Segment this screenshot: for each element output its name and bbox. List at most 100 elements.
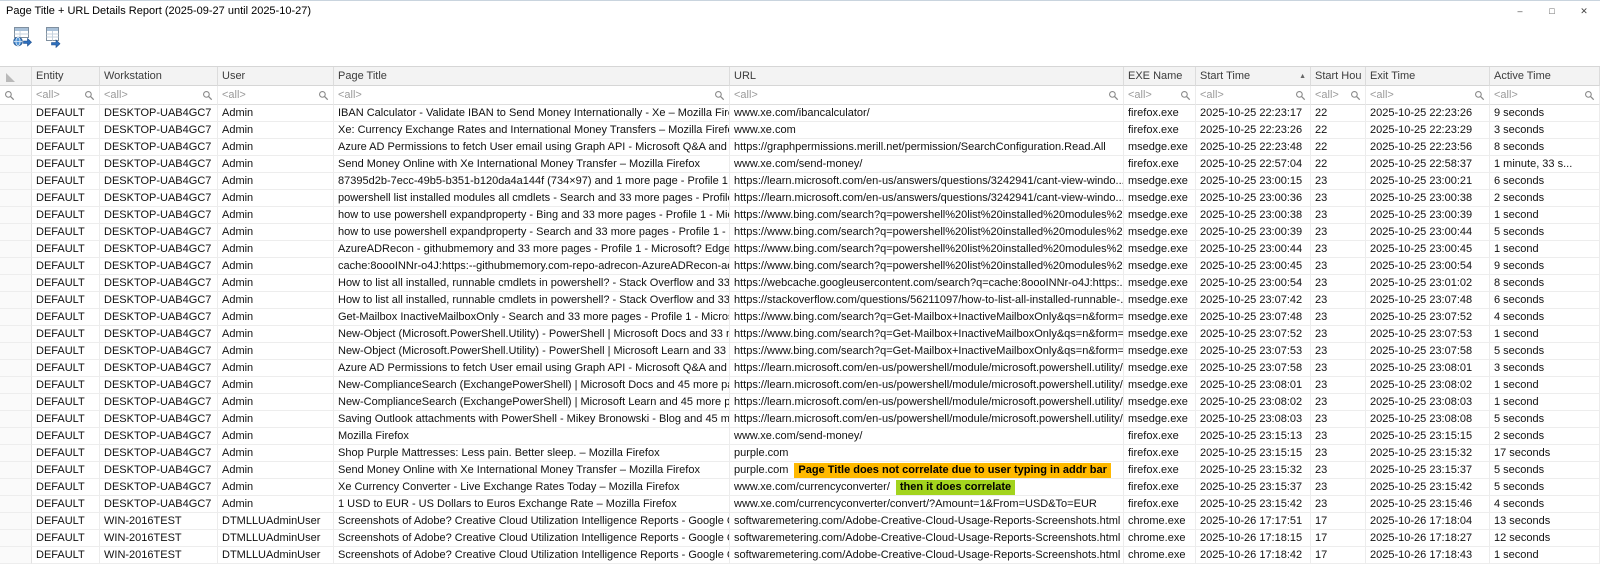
maximize-button[interactable]: □	[1536, 1, 1568, 21]
cell-text: 3 seconds	[1494, 124, 1544, 136]
row-selector-cell[interactable]	[0, 207, 32, 224]
search-icon[interactable]	[1295, 90, 1306, 101]
table-row[interactable]: DEFAULTDESKTOP-UAB4GC7Admin1 USD to EUR …	[0, 496, 1600, 513]
row-selector-cell[interactable]	[0, 411, 32, 428]
column-header-exe_name[interactable]: EXE Name	[1124, 67, 1196, 86]
row-selector-cell[interactable]	[0, 275, 32, 292]
table-row[interactable]: DEFAULTDESKTOP-UAB4GC7AdminHow to list a…	[0, 292, 1600, 309]
row-selector-cell[interactable]	[0, 479, 32, 496]
table-row[interactable]: DEFAULTDESKTOP-UAB4GC7AdminIBAN Calculat…	[0, 105, 1600, 122]
table-row[interactable]: DEFAULTDESKTOP-UAB4GC7AdminSend Money On…	[0, 462, 1600, 479]
row-selector-cell[interactable]	[0, 156, 32, 173]
filter-cell-exit_time[interactable]: <all>	[1366, 86, 1490, 105]
cell-url: www.xe.com/ibancalculator/	[730, 105, 1124, 122]
table-row[interactable]: DEFAULTDESKTOP-UAB4GC7AdminShop Purple M…	[0, 445, 1600, 462]
filter-cell-entity[interactable]: <all>	[32, 86, 100, 105]
row-selector-cell[interactable]	[0, 513, 32, 530]
filter-cell-url[interactable]: <all>	[730, 86, 1124, 105]
row-selector-cell[interactable]	[0, 292, 32, 309]
column-header-exit_time[interactable]: Exit Time	[1366, 67, 1490, 86]
filter-cell-user[interactable]: <all>	[218, 86, 334, 105]
column-header-user[interactable]: User	[218, 67, 334, 86]
filter-cell-exe_name[interactable]: <all>	[1124, 86, 1196, 105]
table-row[interactable]: DEFAULTDESKTOP-UAB4GC7Adminpowershell li…	[0, 190, 1600, 207]
row-selector-cell[interactable]	[0, 241, 32, 258]
row-selector-cell[interactable]	[0, 547, 32, 564]
filter-cell-selector[interactable]	[0, 86, 32, 105]
table-row[interactable]: DEFAULTDESKTOP-UAB4GC7AdminNew-Object (M…	[0, 343, 1600, 360]
table-row[interactable]: DEFAULTDESKTOP-UAB4GC7AdminSend Money On…	[0, 156, 1600, 173]
export-web-report-button[interactable]	[10, 26, 34, 50]
column-header-active_time[interactable]: Active Time	[1490, 67, 1600, 86]
table-row[interactable]: DEFAULTDESKTOP-UAB4GC7AdminAzure AD Perm…	[0, 139, 1600, 156]
row-selector-cell[interactable]	[0, 105, 32, 122]
search-icon[interactable]	[1474, 90, 1485, 101]
minimize-button[interactable]: –	[1504, 1, 1536, 21]
search-icon[interactable]	[4, 90, 15, 101]
table-row[interactable]: DEFAULTDESKTOP-UAB4GC7AdminXe: Currency …	[0, 122, 1600, 139]
table-row[interactable]: DEFAULTDESKTOP-UAB4GC7AdminGet-Mailbox I…	[0, 309, 1600, 326]
table-row[interactable]: DEFAULTWIN-2016TESTDTMLLUAdminUserScreen…	[0, 513, 1600, 530]
row-selector-cell[interactable]	[0, 309, 32, 326]
column-header-url[interactable]: URL	[730, 67, 1124, 86]
row-selector-cell[interactable]	[0, 190, 32, 207]
row-selector-cell[interactable]	[0, 173, 32, 190]
table-row[interactable]: DEFAULTDESKTOP-UAB4GC7AdminNew-Complianc…	[0, 394, 1600, 411]
table-row[interactable]: DEFAULTDESKTOP-UAB4GC7AdminXe Currency C…	[0, 479, 1600, 496]
select-all-corner-cell[interactable]	[0, 67, 32, 86]
filter-cell-start_time[interactable]: <all>	[1196, 86, 1311, 105]
table-row[interactable]: DEFAULTDESKTOP-UAB4GC7AdminMozilla Firef…	[0, 428, 1600, 445]
row-selector-cell[interactable]	[0, 462, 32, 479]
filter-cell-page_title[interactable]: <all>	[334, 86, 730, 105]
row-selector-cell[interactable]	[0, 343, 32, 360]
search-icon[interactable]	[1584, 90, 1595, 101]
export-grid-button[interactable]	[41, 26, 65, 50]
search-icon[interactable]	[1180, 90, 1191, 101]
row-selector-cell[interactable]	[0, 224, 32, 241]
search-icon[interactable]	[1350, 90, 1361, 101]
row-selector-cell[interactable]	[0, 530, 32, 547]
row-selector-cell[interactable]	[0, 377, 32, 394]
cell-text: 2025-10-25 23:00:45	[1200, 260, 1302, 272]
table-row[interactable]: DEFAULTDESKTOP-UAB4GC7Adminhow to use po…	[0, 207, 1600, 224]
column-header-entity[interactable]: Entity	[32, 67, 100, 86]
column-header-start_time[interactable]: Start Time▲	[1196, 67, 1311, 86]
close-button[interactable]: ✕	[1568, 1, 1600, 21]
export-web-report-icon	[11, 26, 33, 51]
filter-cell-workstation[interactable]: <all>	[100, 86, 218, 105]
table-row[interactable]: DEFAULTDESKTOP-UAB4GC7AdminSaving Outloo…	[0, 411, 1600, 428]
filter-value: <all>	[1370, 89, 1394, 101]
search-icon[interactable]	[714, 90, 725, 101]
row-selector-cell[interactable]	[0, 496, 32, 513]
filter-cell-start_hour[interactable]: <all>	[1311, 86, 1366, 105]
row-selector-cell[interactable]	[0, 139, 32, 156]
search-icon[interactable]	[1108, 90, 1119, 101]
search-icon[interactable]	[84, 90, 95, 101]
row-selector-cell[interactable]	[0, 394, 32, 411]
table-row[interactable]: DEFAULTDESKTOP-UAB4GC7AdminAzureADRecon …	[0, 241, 1600, 258]
table-row[interactable]: DEFAULTDESKTOP-UAB4GC7AdminNew-Object (M…	[0, 326, 1600, 343]
table-row[interactable]: DEFAULTDESKTOP-UAB4GC7Admin87395d2b-7ecc…	[0, 173, 1600, 190]
column-header-start_hour[interactable]: Start Hour	[1311, 67, 1366, 86]
filter-value: <all>	[36, 89, 60, 101]
row-selector-cell[interactable]	[0, 360, 32, 377]
row-selector-cell[interactable]	[0, 122, 32, 139]
column-header-workstation[interactable]: Workstation	[100, 67, 218, 86]
table-row[interactable]: DEFAULTWIN-2016TESTDTMLLUAdminUserScreen…	[0, 530, 1600, 547]
column-header-page_title[interactable]: Page Title	[334, 67, 730, 86]
search-icon[interactable]	[202, 90, 213, 101]
row-selector-cell[interactable]	[0, 326, 32, 343]
table-row[interactable]: DEFAULTDESKTOP-UAB4GC7AdminNew-Complianc…	[0, 377, 1600, 394]
table-row[interactable]: DEFAULTDESKTOP-UAB4GC7Adminhow to use po…	[0, 224, 1600, 241]
row-selector-cell[interactable]	[0, 445, 32, 462]
filter-cell-active_time[interactable]: <all>	[1490, 86, 1600, 105]
table-row[interactable]: DEFAULTDESKTOP-UAB4GC7Admincache:8oooINN…	[0, 258, 1600, 275]
row-selector-cell[interactable]	[0, 258, 32, 275]
filter-value: <all>	[338, 89, 362, 101]
row-selector-cell[interactable]	[0, 428, 32, 445]
table-row[interactable]: DEFAULTWIN-2016TESTDTMLLUAdminUserScreen…	[0, 547, 1600, 564]
table-row[interactable]: DEFAULTDESKTOP-UAB4GC7AdminAzure AD Perm…	[0, 360, 1600, 377]
table-row[interactable]: DEFAULTDESKTOP-UAB4GC7AdminHow to list a…	[0, 275, 1600, 292]
cell-text: Send Money Online with Xe International …	[338, 158, 700, 170]
search-icon[interactable]	[318, 90, 329, 101]
